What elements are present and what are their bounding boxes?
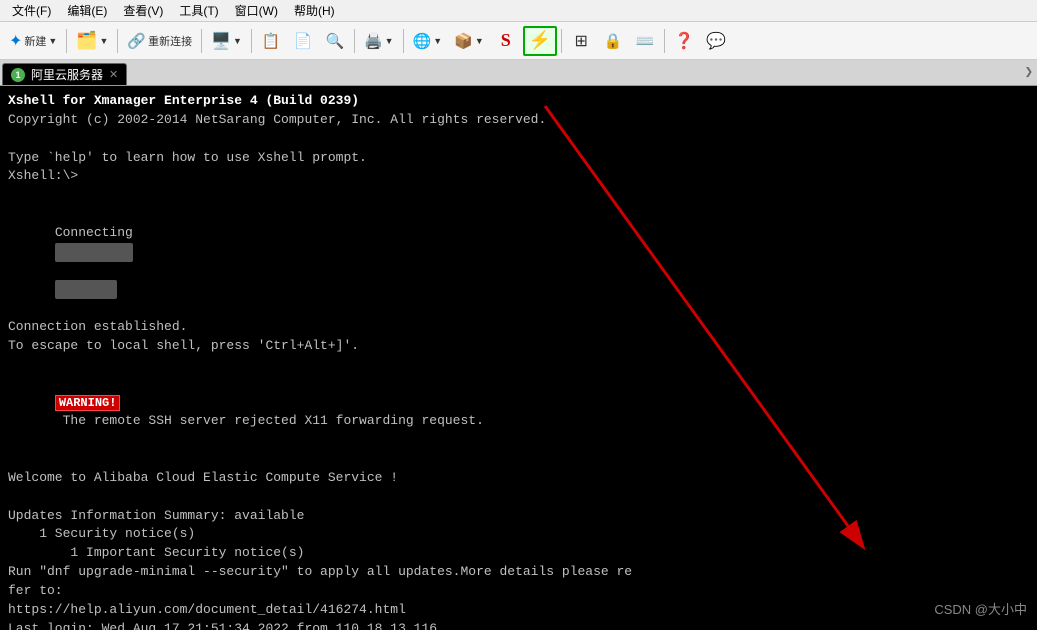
separator-3	[201, 29, 202, 53]
layout-icon: ⊞	[575, 31, 588, 51]
terminal-line-20: https://help.aliyun.com/document_detail/…	[8, 601, 1029, 620]
monitor-icon: 🖥️	[211, 31, 231, 51]
watermark: CSDN @大小中	[934, 601, 1027, 620]
terminal-line-12	[8, 450, 1029, 469]
chat-button[interactable]: 💬	[701, 26, 731, 56]
terminal-line-3	[8, 130, 1029, 149]
terminal-line-21: Last login: Wed Aug 17 21:51:34 2022 fro…	[8, 620, 1029, 630]
terminal-line-1: Xshell for Xmanager Enterprise 4 (Build …	[8, 92, 1029, 111]
paste-icon: 📄	[294, 32, 313, 50]
new-icon: ✦	[9, 31, 22, 51]
keyboard-icon: ⌨️	[636, 32, 655, 50]
lock-icon: 🔒	[604, 32, 623, 50]
reconnect-button[interactable]: 🔗 重新连接	[122, 26, 197, 56]
browser-dropdown-icon: ▼	[433, 36, 442, 46]
separator-2	[117, 29, 118, 53]
terminal-content: Xshell for Xmanager Enterprise 4 (Build …	[8, 92, 1029, 630]
menu-file[interactable]: 文件(F)	[4, 0, 59, 21]
copy-button[interactable]: 📋	[256, 26, 286, 56]
terminal-line-4: Type `help' to learn how to use Xshell p…	[8, 149, 1029, 168]
file-dropdown-icon: ▼	[100, 36, 109, 46]
terminal-line-2: Copyright (c) 2002-2014 NetSarang Comput…	[8, 111, 1029, 130]
transfer-dropdown-icon: ▼	[475, 36, 484, 46]
terminal-line-13: Welcome to Alibaba Cloud Elastic Compute…	[8, 469, 1029, 488]
separator-1	[66, 29, 67, 53]
keyboard-button[interactable]: ⌨️	[630, 26, 660, 56]
xshell-button[interactable]: ⚡	[523, 26, 557, 56]
menu-window[interactable]: 窗口(W)	[227, 0, 286, 21]
terminal-line-17: 1 Important Security notice(s)	[8, 544, 1029, 563]
terminal-warning-line: WARNING! The remote SSH server rejected …	[8, 375, 1029, 450]
ip-address-1	[55, 243, 133, 262]
tab-label: 阿里云服务器	[31, 66, 103, 83]
print-icon: 🖨️	[364, 32, 383, 50]
toolbar: ✦ 新建 ▼ 🗂️ ▼ 🔗 重新连接 🖥️ ▼ 📋 📄 🔍 🖨️ ▼ 🌐	[0, 22, 1037, 60]
copy-icon: 📋	[262, 32, 281, 50]
menu-view[interactable]: 查看(V)	[115, 0, 171, 21]
menu-tools[interactable]: 工具(T)	[171, 0, 226, 21]
monitor-button[interactable]: 🖥️ ▼	[206, 26, 247, 56]
tab-status-icon: 1	[11, 68, 25, 82]
terminal-line-10	[8, 356, 1029, 375]
separator-5	[354, 29, 355, 53]
terminal[interactable]: Xshell for Xmanager Enterprise 4 (Build …	[0, 86, 1037, 630]
transfer-button[interactable]: 📦 ▼	[449, 26, 489, 56]
separator-8	[664, 29, 665, 53]
monitor-dropdown-icon: ▼	[233, 36, 242, 46]
help-button[interactable]: ❓	[669, 26, 699, 56]
search-button[interactable]: 🔍	[320, 26, 350, 56]
connecting-text: Connecting	[55, 225, 141, 240]
tabbar: 1 阿里云服务器 ✕ ❯	[0, 60, 1037, 86]
ip-address-2	[55, 280, 117, 299]
layout-button[interactable]: ⊞	[566, 26, 596, 56]
transfer-icon: 📦	[454, 32, 473, 50]
terminal-line-9: To escape to local shell, press 'Ctrl+Al…	[8, 337, 1029, 356]
new-button[interactable]: ✦ 新建 ▼	[4, 26, 62, 56]
xftp-icon: S	[501, 30, 511, 51]
reconnect-label: 重新连接	[148, 33, 192, 49]
help-icon: ❓	[674, 31, 694, 51]
menu-edit[interactable]: 编辑(E)	[59, 0, 115, 21]
new-dropdown-icon: ▼	[48, 36, 57, 46]
terminal-line-15: Updates Information Summary: available	[8, 507, 1029, 526]
menu-help[interactable]: 帮助(H)	[286, 0, 343, 21]
terminal-line-5: Xshell:\>	[8, 167, 1029, 186]
print-button[interactable]: 🖨️ ▼	[359, 26, 399, 56]
paste-button[interactable]: 📄	[288, 26, 318, 56]
xftp-button[interactable]: S	[491, 26, 521, 56]
terminal-line-6	[8, 186, 1029, 205]
terminal-line-18: Run "dnf upgrade-minimal --security" to …	[8, 563, 1029, 582]
reconnect-icon: 🔗	[127, 32, 146, 50]
tab-close-button[interactable]: ✕	[109, 68, 118, 81]
print-dropdown-icon: ▼	[385, 36, 394, 46]
separator-7	[561, 29, 562, 53]
file-icon: 🗂️	[76, 31, 97, 51]
new-label: 新建	[24, 33, 46, 49]
browser-button[interactable]: 🌐 ▼	[408, 26, 448, 56]
browser-icon: 🌐	[413, 32, 432, 50]
terminal-line-14	[8, 488, 1029, 507]
separator-4	[251, 29, 252, 53]
warning-text: The remote SSH server rejected X11 forwa…	[55, 413, 484, 428]
terminal-line-19: fer to:	[8, 582, 1029, 601]
chat-icon: 💬	[706, 31, 726, 51]
terminal-line-7: Connecting	[8, 205, 1029, 318]
terminal-line-8: Connection established.	[8, 318, 1029, 337]
ip-separator	[55, 263, 63, 278]
tab-aliyun[interactable]: 1 阿里云服务器 ✕	[2, 63, 127, 85]
separator-6	[403, 29, 404, 53]
lock-button[interactable]: 🔒	[598, 26, 628, 56]
file-button[interactable]: 🗂️ ▼	[71, 26, 113, 56]
menubar: 文件(F) 编辑(E) 查看(V) 工具(T) 窗口(W) 帮助(H)	[0, 0, 1037, 22]
terminal-line-16: 1 Security notice(s)	[8, 525, 1029, 544]
tabbar-scroll[interactable]: ❯	[1025, 59, 1037, 85]
search-icon: 🔍	[326, 32, 345, 50]
xshell-icon: ⚡	[529, 30, 551, 51]
warning-badge: WARNING!	[55, 395, 121, 411]
